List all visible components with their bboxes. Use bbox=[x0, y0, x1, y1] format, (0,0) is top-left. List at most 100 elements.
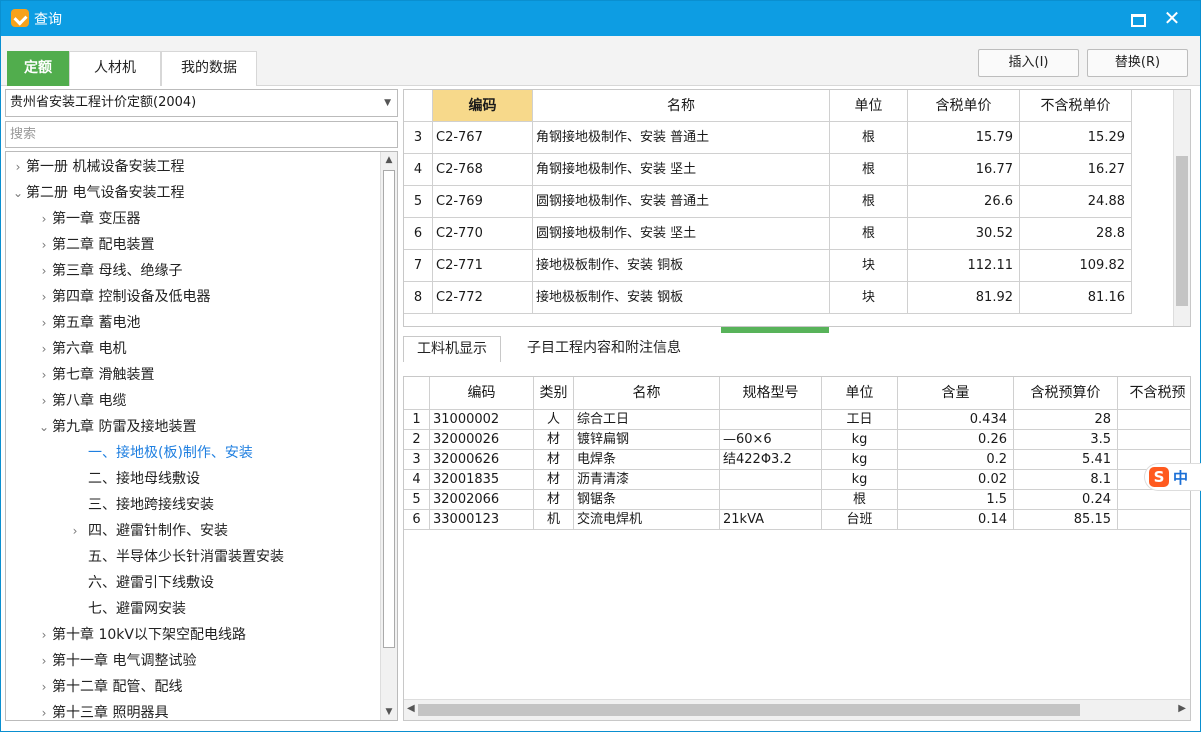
table-cell[interactable]: C2-768 bbox=[433, 154, 533, 186]
column-header[interactable]: 类别 bbox=[534, 377, 574, 410]
scroll-thumb[interactable] bbox=[1176, 156, 1188, 306]
scroll-down-icon[interactable]: ▼ bbox=[381, 704, 397, 720]
table-cell[interactable] bbox=[1118, 410, 1190, 430]
table-cell[interactable]: 33000123 bbox=[430, 510, 534, 530]
chevron-down-icon[interactable]: ▼ bbox=[384, 90, 391, 116]
chevron-right-icon[interactable]: › bbox=[36, 206, 52, 232]
row-number[interactable]: 4 bbox=[404, 154, 433, 186]
table-cell[interactable]: 材 bbox=[534, 450, 574, 470]
horizontal-scrollbar[interactable]: ◀ ▶ bbox=[404, 699, 1190, 720]
table-cell[interactable]: C2-767 bbox=[433, 122, 533, 154]
table-cell[interactable]: 角钢接地极制作、安装 普通土 bbox=[533, 122, 830, 154]
table-cell[interactable]: 钢锯条 bbox=[574, 490, 720, 510]
tree-item[interactable]: 一、接地极(板)制作、安装 bbox=[62, 440, 253, 466]
table-cell[interactable] bbox=[720, 410, 822, 430]
table-cell[interactable]: 15.29 bbox=[1020, 122, 1132, 154]
table-cell[interactable]: 工日 bbox=[822, 410, 898, 430]
tree-item[interactable]: › 第六章 电机 bbox=[36, 336, 127, 362]
ime-widget[interactable]: S 中 bbox=[1144, 463, 1201, 491]
table-cell[interactable]: 块 bbox=[830, 250, 908, 282]
tree-item[interactable]: › 第十一章 电气调整试验 bbox=[36, 648, 197, 674]
row-number[interactable]: 2 bbox=[404, 430, 430, 450]
row-number[interactable]: 6 bbox=[404, 510, 430, 530]
column-header[interactable]: 编码 bbox=[433, 90, 533, 122]
chevron-right-icon[interactable]: › bbox=[36, 388, 52, 414]
table-cell[interactable]: 24.88 bbox=[1020, 186, 1132, 218]
table-cell[interactable]: 5.41 bbox=[1014, 450, 1118, 470]
tree-item[interactable]: › 第三章 母线、绝缘子 bbox=[36, 258, 183, 284]
table-cell[interactable]: kg bbox=[822, 450, 898, 470]
table-cell[interactable]: 81.16 bbox=[1020, 282, 1132, 314]
tab-rencaiji[interactable]: 人材机 bbox=[69, 51, 161, 86]
chevron-right-icon[interactable]: › bbox=[36, 622, 52, 648]
table-cell[interactable]: 交流电焊机 bbox=[574, 510, 720, 530]
table-cell[interactable]: 材 bbox=[534, 490, 574, 510]
table-cell[interactable]: 圆钢接地极制作、安装 普通土 bbox=[533, 186, 830, 218]
tree-item[interactable]: › 四、避雷针制作、安装 bbox=[62, 518, 228, 544]
table-cell[interactable]: 电焊条 bbox=[574, 450, 720, 470]
tree-item[interactable]: 三、接地跨接线安装 bbox=[62, 492, 214, 518]
table-cell[interactable] bbox=[1118, 430, 1190, 450]
scroll-right-icon[interactable]: ▶ bbox=[1178, 703, 1186, 714]
column-header[interactable]: 含量 bbox=[898, 377, 1014, 410]
tree-item[interactable]: › 第十二章 配管、配线 bbox=[36, 674, 183, 700]
maximize-icon[interactable] bbox=[1130, 11, 1146, 27]
column-header[interactable]: 单位 bbox=[822, 377, 898, 410]
table-cell[interactable]: 3.5 bbox=[1014, 430, 1118, 450]
table-cell[interactable]: 0.14 bbox=[898, 510, 1014, 530]
tree-item[interactable]: › 第一章 变压器 bbox=[36, 206, 141, 232]
column-header[interactable]: 不含税预 bbox=[1118, 377, 1190, 410]
chevron-right-icon[interactable]: › bbox=[62, 518, 88, 544]
tree-item[interactable]: › 第七章 滑触装置 bbox=[36, 362, 155, 388]
grid-scrollbar[interactable] bbox=[1173, 90, 1190, 326]
table-cell[interactable]: —60×6 bbox=[720, 430, 822, 450]
table-cell[interactable]: 机 bbox=[534, 510, 574, 530]
table-cell[interactable]: 0.2 bbox=[898, 450, 1014, 470]
scroll-left-icon[interactable]: ◀ bbox=[407, 703, 415, 714]
tree-item[interactable]: 六、避雷引下线敷设 bbox=[62, 570, 214, 596]
column-header[interactable] bbox=[404, 377, 430, 410]
table-cell[interactable]: 块 bbox=[830, 282, 908, 314]
table-cell[interactable]: kg bbox=[822, 470, 898, 490]
column-header[interactable]: 含税单价 bbox=[908, 90, 1020, 122]
table-cell[interactable]: 30.52 bbox=[908, 218, 1020, 250]
scroll-thumb[interactable] bbox=[418, 704, 1080, 716]
table-cell[interactable]: 15.79 bbox=[908, 122, 1020, 154]
search-input[interactable]: 搜索 bbox=[5, 121, 398, 148]
insert-button[interactable]: 插入(I) bbox=[978, 49, 1079, 77]
table-cell[interactable]: 28 bbox=[1014, 410, 1118, 430]
panel-splitter[interactable] bbox=[721, 327, 829, 333]
table-cell[interactable]: 材 bbox=[534, 470, 574, 490]
scroll-thumb[interactable] bbox=[383, 170, 395, 648]
table-cell[interactable] bbox=[1118, 510, 1190, 530]
table-cell[interactable]: 圆钢接地极制作、安装 坚土 bbox=[533, 218, 830, 250]
column-header[interactable]: 不含税单价 bbox=[1020, 90, 1132, 122]
table-cell[interactable]: 26.6 bbox=[908, 186, 1020, 218]
chevron-right-icon[interactable]: › bbox=[36, 310, 52, 336]
tree-item[interactable]: 二、接地母线敷设 bbox=[62, 466, 200, 492]
table-cell[interactable]: 综合工日 bbox=[574, 410, 720, 430]
table-cell[interactable]: 根 bbox=[830, 218, 908, 250]
table-cell[interactable] bbox=[1118, 490, 1190, 510]
tree-scrollbar[interactable]: ▲ ▼ bbox=[380, 152, 397, 720]
chevron-right-icon[interactable]: › bbox=[36, 674, 52, 700]
table-cell[interactable]: C2-771 bbox=[433, 250, 533, 282]
table-cell[interactable]: 109.82 bbox=[1020, 250, 1132, 282]
table-cell[interactable]: 16.27 bbox=[1020, 154, 1132, 186]
tab-dinge[interactable]: 定额 bbox=[7, 51, 69, 86]
chevron-down-icon[interactable]: ⌄ bbox=[36, 414, 52, 440]
table-cell[interactable]: 镀锌扁钢 bbox=[574, 430, 720, 450]
table-cell[interactable] bbox=[720, 490, 822, 510]
table-cell[interactable]: 角钢接地极制作、安装 坚土 bbox=[533, 154, 830, 186]
table-cell[interactable]: C2-770 bbox=[433, 218, 533, 250]
table-cell[interactable]: 人 bbox=[534, 410, 574, 430]
table-cell[interactable]: 沥青清漆 bbox=[574, 470, 720, 490]
column-header[interactable]: 规格型号 bbox=[720, 377, 822, 410]
table-cell[interactable]: 28.8 bbox=[1020, 218, 1132, 250]
table-cell[interactable]: 根 bbox=[822, 490, 898, 510]
table-cell[interactable]: 32000026 bbox=[430, 430, 534, 450]
row-number[interactable]: 4 bbox=[404, 470, 430, 490]
table-cell[interactable]: 81.92 bbox=[908, 282, 1020, 314]
chevron-right-icon[interactable]: › bbox=[36, 700, 52, 720]
tree-item[interactable]: 七、避雷网安装 bbox=[62, 596, 186, 622]
